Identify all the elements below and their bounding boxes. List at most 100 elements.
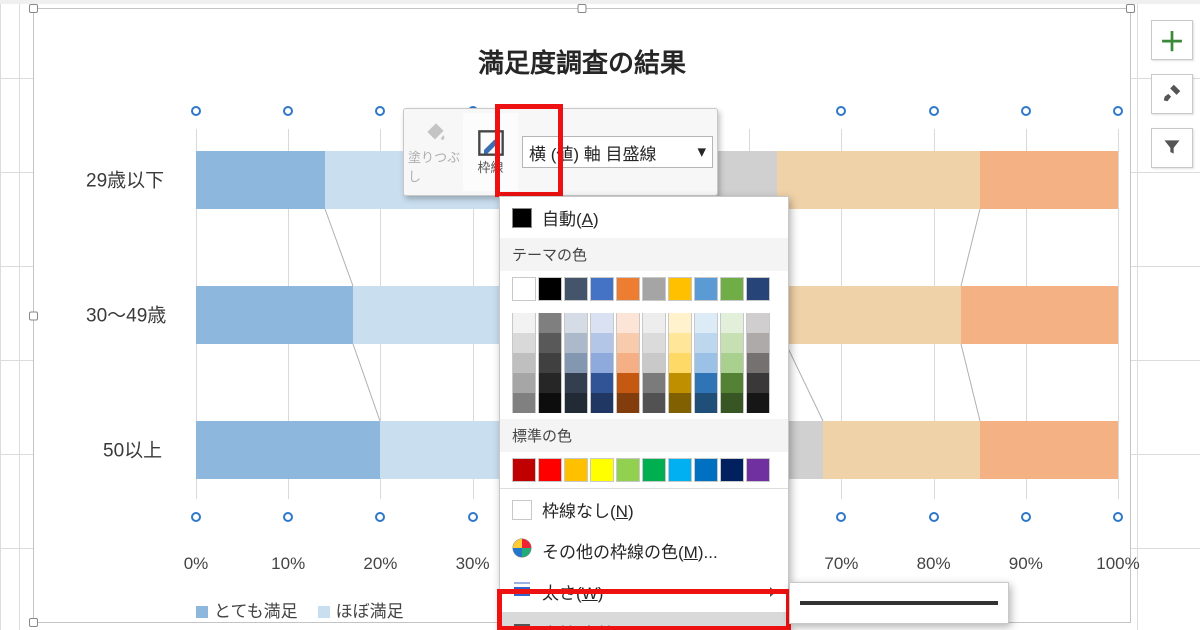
dash-sample-solid[interactable] bbox=[800, 601, 998, 605]
chart-elements-button[interactable]: ＋ bbox=[1151, 20, 1193, 60]
color-swatch[interactable] bbox=[642, 277, 666, 301]
dashes-submenu-item[interactable]: 実線/点線(S) bbox=[500, 612, 788, 630]
color-swatch[interactable] bbox=[720, 373, 744, 393]
color-swatch[interactable] bbox=[564, 393, 588, 413]
color-swatch[interactable] bbox=[668, 373, 692, 393]
color-swatch[interactable] bbox=[616, 277, 640, 301]
fill-button[interactable]: 塗りつぶし bbox=[408, 113, 463, 191]
color-swatch[interactable] bbox=[590, 373, 614, 393]
outline-button[interactable]: 枠線 bbox=[463, 113, 518, 191]
color-swatch[interactable] bbox=[720, 458, 744, 482]
color-swatch[interactable] bbox=[512, 353, 536, 373]
color-swatch[interactable] bbox=[590, 277, 614, 301]
color-swatch[interactable] bbox=[616, 333, 640, 353]
color-swatch[interactable] bbox=[564, 373, 588, 393]
color-swatch[interactable] bbox=[720, 393, 744, 413]
color-swatch[interactable] bbox=[694, 333, 718, 353]
menu-label: 自動(A) bbox=[542, 205, 599, 230]
resize-handle[interactable] bbox=[1126, 4, 1135, 13]
color-swatch[interactable] bbox=[694, 458, 718, 482]
color-swatch[interactable] bbox=[668, 393, 692, 413]
color-swatch[interactable] bbox=[720, 333, 744, 353]
color-swatch[interactable] bbox=[538, 458, 562, 482]
color-swatch[interactable] bbox=[512, 333, 536, 353]
color-swatch[interactable] bbox=[694, 313, 718, 333]
color-swatch[interactable] bbox=[668, 353, 692, 373]
color-swatch[interactable] bbox=[590, 458, 614, 482]
resize-handle[interactable] bbox=[29, 4, 38, 13]
color-swatch[interactable] bbox=[642, 313, 666, 333]
resize-handle[interactable] bbox=[29, 311, 38, 320]
color-swatch[interactable] bbox=[564, 277, 588, 301]
color-swatch[interactable] bbox=[694, 373, 718, 393]
menu-label: その他の枠線の色(M)... bbox=[542, 538, 718, 563]
color-swatch[interactable] bbox=[538, 353, 562, 373]
outline-color-menu: 自動(A) テーマの色 標準の色 枠線なし(N) その他の枠線の色(M)... … bbox=[499, 196, 789, 630]
resize-handle[interactable] bbox=[29, 618, 38, 627]
color-swatch[interactable] bbox=[642, 373, 666, 393]
color-swatch[interactable] bbox=[720, 353, 744, 373]
color-swatch[interactable] bbox=[642, 458, 666, 482]
color-swatch[interactable] bbox=[642, 353, 666, 373]
color-swatch[interactable] bbox=[642, 393, 666, 413]
color-swatch[interactable] bbox=[538, 393, 562, 413]
axis-tick: 30% bbox=[456, 554, 490, 574]
color-swatch[interactable] bbox=[616, 393, 640, 413]
outline-label: 枠線 bbox=[477, 157, 503, 176]
no-outline-item[interactable]: 枠線なし(N) bbox=[500, 489, 788, 530]
color-swatch[interactable] bbox=[746, 333, 770, 353]
color-swatch[interactable] bbox=[512, 277, 536, 301]
color-swatch[interactable] bbox=[668, 277, 692, 301]
more-outline-colors-item[interactable]: その他の枠線の色(M)... bbox=[500, 530, 788, 571]
color-swatch[interactable] bbox=[616, 313, 640, 333]
axis-tick: 0% bbox=[184, 554, 209, 574]
menu-label: 太さ(W) bbox=[542, 579, 603, 604]
color-swatch[interactable] bbox=[512, 313, 536, 333]
chart-filters-button[interactable] bbox=[1151, 128, 1193, 168]
color-swatch[interactable] bbox=[616, 373, 640, 393]
color-swatch[interactable] bbox=[538, 313, 562, 333]
color-swatch[interactable] bbox=[590, 313, 614, 333]
weight-submenu-item[interactable]: 太さ(W) bbox=[500, 571, 788, 612]
color-swatch[interactable] bbox=[746, 313, 770, 333]
color-swatch[interactable] bbox=[746, 393, 770, 413]
fill-label: 塗りつぶし bbox=[408, 147, 463, 185]
color-swatch[interactable] bbox=[616, 353, 640, 373]
color-swatch[interactable] bbox=[720, 277, 744, 301]
color-swatch[interactable] bbox=[538, 373, 562, 393]
color-swatch[interactable] bbox=[538, 333, 562, 353]
color-swatch[interactable] bbox=[668, 458, 692, 482]
color-swatch[interactable] bbox=[564, 458, 588, 482]
color-swatch[interactable] bbox=[746, 353, 770, 373]
line-dash-icon bbox=[512, 620, 532, 630]
chart-element-selector[interactable]: 横 (値) 軸 目盛線 ▾ bbox=[522, 136, 713, 168]
color-swatch[interactable] bbox=[512, 373, 536, 393]
category-label: 30〜49歳 bbox=[86, 301, 166, 328]
chart-title[interactable]: 満足度調査の結果 bbox=[34, 43, 1130, 80]
color-swatch[interactable] bbox=[616, 458, 640, 482]
color-swatch[interactable] bbox=[564, 333, 588, 353]
color-swatch[interactable] bbox=[694, 393, 718, 413]
color-swatch[interactable] bbox=[564, 353, 588, 373]
color-swatch[interactable] bbox=[694, 353, 718, 373]
color-swatch[interactable] bbox=[668, 333, 692, 353]
color-swatch[interactable] bbox=[590, 393, 614, 413]
color-swatch[interactable] bbox=[668, 313, 692, 333]
color-swatch[interactable] bbox=[694, 277, 718, 301]
auto-color-item[interactable]: 自動(A) bbox=[500, 197, 788, 238]
color-swatch[interactable] bbox=[642, 333, 666, 353]
color-swatch[interactable] bbox=[512, 458, 536, 482]
resize-handle[interactable] bbox=[578, 4, 587, 13]
color-swatch[interactable] bbox=[564, 313, 588, 333]
color-swatch[interactable] bbox=[746, 373, 770, 393]
color-swatch[interactable] bbox=[590, 333, 614, 353]
color-swatch[interactable] bbox=[720, 313, 744, 333]
color-swatch[interactable] bbox=[746, 458, 770, 482]
color-swatch[interactable] bbox=[512, 393, 536, 413]
chart-styles-button[interactable] bbox=[1151, 74, 1193, 114]
color-swatch[interactable] bbox=[590, 353, 614, 373]
dash-style-flyout[interactable] bbox=[789, 582, 1009, 624]
theme-color-grid bbox=[500, 271, 788, 307]
color-swatch[interactable] bbox=[746, 277, 770, 301]
color-swatch[interactable] bbox=[538, 277, 562, 301]
